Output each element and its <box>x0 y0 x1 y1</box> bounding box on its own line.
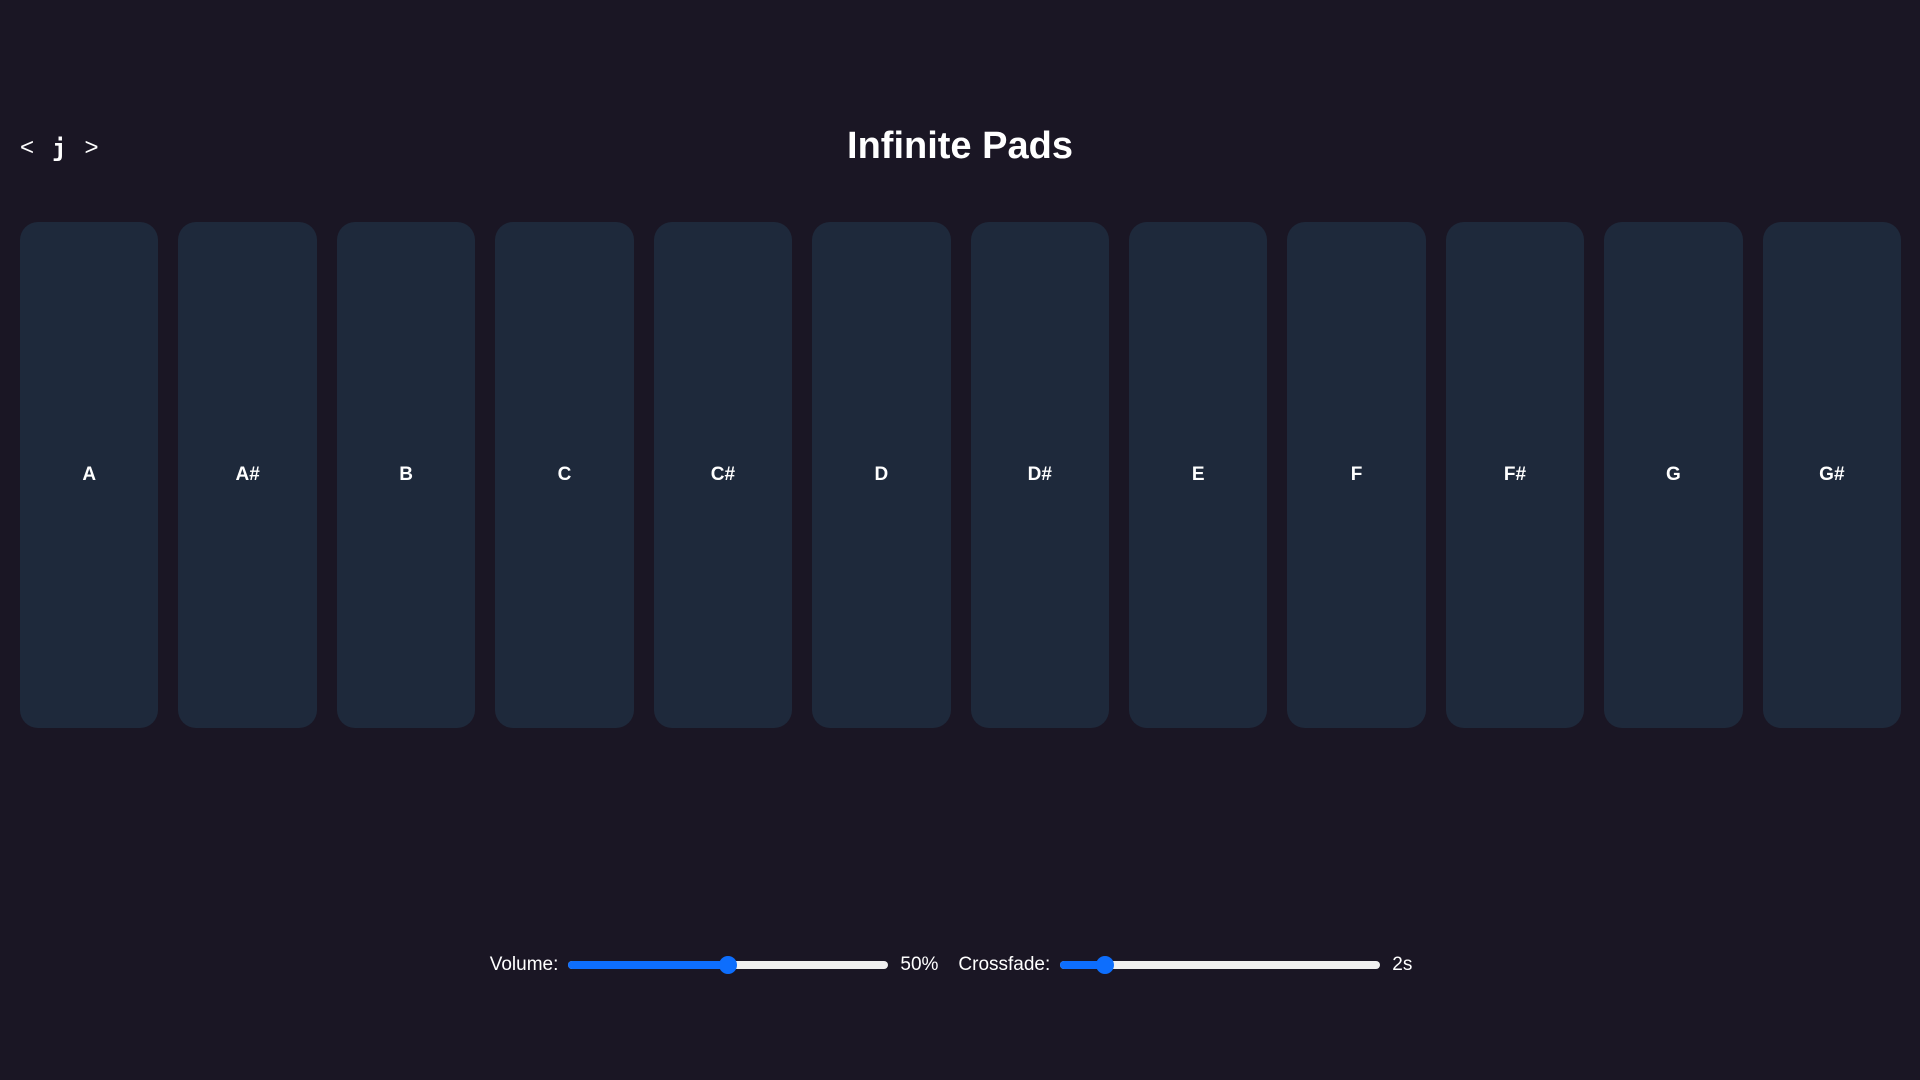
crossfade-value: 2s <box>1392 954 1413 975</box>
crossfade-slider[interactable] <box>1060 955 1381 975</box>
pad-f[interactable]: F <box>1287 222 1426 728</box>
volume-slider-fill <box>568 961 729 969</box>
pad-label: C <box>557 464 572 485</box>
volume-slider[interactable] <box>568 955 889 975</box>
page-title: Infinite Pads <box>847 125 1073 167</box>
pad-label: G <box>1666 464 1681 485</box>
pad-b[interactable]: B <box>336 222 476 728</box>
app-root: < j > Infinite Pads A A# B C C# D D# E F… <box>0 0 1920 1080</box>
pad-g[interactable]: G <box>1604 222 1743 728</box>
controls-bar: Volume: 50% Crossfade: 2s <box>0 948 1920 982</box>
pad-f-sharp[interactable]: F# <box>1445 222 1585 728</box>
pad-label: F <box>1350 464 1363 485</box>
crossfade-control: Crossfade: 2s <box>958 954 1430 976</box>
pad-label: D <box>874 464 889 485</box>
pad-e[interactable]: E <box>1128 222 1268 728</box>
pad-label: G# <box>1819 464 1845 485</box>
pad-label: F# <box>1503 464 1527 485</box>
volume-slider-thumb[interactable] <box>719 956 738 974</box>
pad-d-sharp[interactable]: D# <box>970 222 1109 728</box>
pad-a[interactable]: A <box>20 222 159 728</box>
pad-g-sharp[interactable]: G# <box>1762 222 1902 728</box>
pad-label: D# <box>1027 464 1052 485</box>
pad-label: C# <box>710 464 736 485</box>
pad-label: B <box>399 464 413 485</box>
pad-d[interactable]: D <box>812 222 951 728</box>
pad-c-sharp[interactable]: C# <box>653 222 793 728</box>
crossfade-label: Crossfade: <box>958 954 1051 975</box>
volume-value: 50% <box>900 954 939 975</box>
crossfade-slider-thumb[interactable] <box>1096 956 1115 974</box>
pad-c[interactable]: C <box>495 222 634 728</box>
pad-grid: A A# B C C# D D# E F F# G G# <box>20 222 1902 728</box>
pad-a-sharp[interactable]: A# <box>178 222 317 728</box>
volume-label: Volume: <box>489 954 559 975</box>
pad-label: E <box>1191 464 1205 485</box>
pad-label: A <box>82 464 97 485</box>
pad-label: A# <box>235 464 260 485</box>
volume-control: Volume: 50% <box>490 954 939 976</box>
